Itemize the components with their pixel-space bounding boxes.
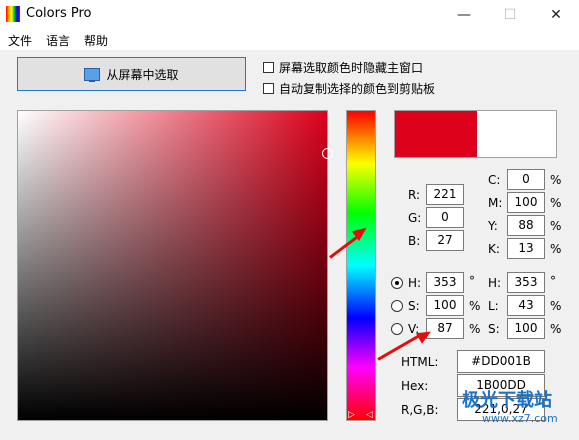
window-title: Colors Pro	[26, 6, 92, 21]
yellow-input[interactable]: 88	[507, 215, 545, 236]
menu-language[interactable]: 语言	[46, 32, 70, 49]
rgb-format-label: R,G,B:	[401, 403, 439, 417]
menu-help[interactable]: 帮助	[84, 32, 108, 49]
hsl-h-input[interactable]: 353	[507, 272, 545, 293]
minimize-button[interactable]: —	[441, 0, 487, 30]
hue-slider-right-marker[interactable]: ◁	[366, 410, 373, 420]
hsv-s-unit: %	[469, 299, 481, 313]
maximize-button[interactable]: ☐	[487, 0, 533, 30]
magenta-unit: %	[550, 196, 562, 210]
blue-input[interactable]: 27	[426, 230, 464, 251]
watermark-url: www.xz7.com	[482, 412, 558, 425]
color-field[interactable]	[17, 110, 328, 421]
hex-format-label: Hex:	[401, 379, 429, 393]
red-label: R:	[408, 188, 421, 202]
html-format-input[interactable]: #DD001B	[457, 350, 545, 373]
magenta-label: M:	[488, 196, 503, 210]
menu-file[interactable]: 文件	[8, 32, 32, 49]
yellow-label: Y:	[488, 219, 498, 233]
app-icon	[6, 6, 20, 22]
hsv-h-input[interactable]: 353	[426, 272, 464, 293]
cyan-input[interactable]: 0	[507, 169, 545, 190]
hue-slider-left-marker[interactable]: ▷	[348, 410, 355, 420]
hide-main-window-label: 屏幕选取颜色时隐藏主窗口	[279, 61, 424, 75]
hsl-s-input[interactable]: 100	[507, 318, 545, 339]
hsv-s-input[interactable]: 100	[426, 295, 464, 316]
hsv-v-radio[interactable]	[391, 323, 403, 335]
red-input[interactable]: 221	[426, 184, 464, 205]
green-input[interactable]: 0	[426, 207, 464, 228]
hsl-l-input[interactable]: 43	[507, 295, 545, 316]
key-label: K:	[488, 242, 500, 256]
hide-main-window-checkbox[interactable]	[263, 62, 274, 73]
hsv-s-label: S:	[408, 299, 420, 313]
green-label: G:	[408, 211, 422, 225]
hsv-h-unit: °	[469, 274, 475, 288]
key-input[interactable]: 13	[507, 238, 545, 259]
cyan-unit: %	[550, 173, 562, 187]
auto-copy-checkbox[interactable]	[263, 83, 274, 94]
auto-copy-label: 自动复制选择的颜色到剪贴板	[279, 82, 436, 96]
hsv-h-label: H:	[408, 276, 422, 290]
hsv-v-unit: %	[469, 322, 481, 336]
key-unit: %	[550, 242, 562, 256]
hsv-radio[interactable]	[391, 277, 403, 289]
hsl-s-unit: %	[550, 322, 562, 336]
blue-label: B:	[408, 234, 421, 248]
hsl-l-unit: %	[550, 299, 562, 313]
magenta-input[interactable]: 100	[507, 192, 545, 213]
cyan-label: C:	[488, 173, 501, 187]
close-button[interactable]: ✕	[533, 0, 579, 30]
html-format-label: HTML:	[401, 355, 439, 369]
monitor-icon	[84, 67, 101, 82]
hsv-radio-selected-dot	[395, 281, 399, 285]
watermark-logo: 极光下载站	[462, 390, 552, 411]
hsl-h-label: H:	[488, 276, 502, 290]
hsl-l-label: L:	[488, 299, 499, 313]
pick-button-label: 从屏幕中选取	[106, 67, 179, 82]
hsl-s-label: S:	[488, 322, 500, 336]
color-field-cursor[interactable]	[322, 148, 333, 159]
hsl-h-unit: °	[550, 274, 556, 288]
hsv-s-radio[interactable]	[391, 300, 403, 312]
current-color-swatch	[395, 111, 477, 157]
hue-slider[interactable]	[346, 110, 376, 421]
yellow-unit: %	[550, 219, 562, 233]
pick-from-screen-button[interactable]: 从屏幕中选取	[17, 57, 246, 91]
